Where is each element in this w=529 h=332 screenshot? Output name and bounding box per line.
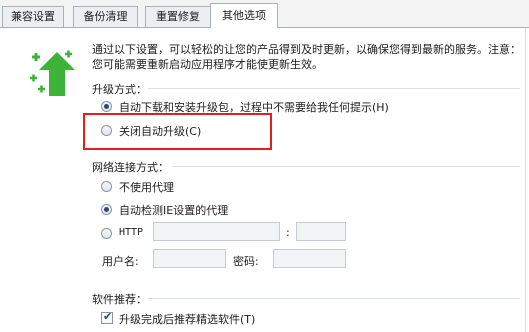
recommend-software-checkbox[interactable]: ✔ xyxy=(101,310,113,324)
http-proxy-label[interactable]: HTTP xyxy=(119,227,143,238)
options-panel xyxy=(0,28,529,332)
plus-sparkle-icon xyxy=(32,53,40,61)
tab-label: 备份清理 xyxy=(83,10,128,23)
panel-border xyxy=(525,28,526,332)
tab-other-options[interactable]: 其他选项 xyxy=(210,3,278,28)
username-input[interactable] xyxy=(153,249,226,268)
plus-sparkle-icon xyxy=(30,74,37,82)
tab-label: 兼容设置 xyxy=(11,10,55,23)
upgrade-arrow-icon xyxy=(29,49,77,99)
tab-label: 重置修复 xyxy=(156,10,200,23)
auto-upgrade-radio[interactable] xyxy=(101,101,112,112)
highlight-box xyxy=(83,113,272,150)
section-divider xyxy=(148,88,520,89)
section-divider xyxy=(148,298,520,299)
check-icon: ✔ xyxy=(103,310,113,323)
password-label: 密码: xyxy=(233,255,259,268)
network-section-title: 网络连接方式： xyxy=(92,161,169,174)
ie-proxy-radio[interactable] xyxy=(101,204,112,215)
tab-compatibility[interactable]: 兼容设置 xyxy=(2,6,64,27)
section-divider xyxy=(172,166,520,167)
upgrade-section-title: 升级方式： xyxy=(92,83,147,96)
no-proxy-radio[interactable] xyxy=(101,181,112,192)
password-input[interactable] xyxy=(273,249,346,268)
tab-reset-repair[interactable]: 重置修复 xyxy=(145,6,211,27)
software-section-title: 软件推荐： xyxy=(92,293,147,306)
plus-sparkle-icon xyxy=(65,50,72,58)
http-proxy-radio[interactable] xyxy=(101,228,112,239)
no-proxy-label[interactable]: 不使用代理 xyxy=(119,179,174,195)
proxy-port-input[interactable] xyxy=(296,222,346,241)
port-separator: : xyxy=(286,226,290,239)
description-text: 通过以下设置，可以轻松的让您的产品得到及时更新，以确保您得到最新的服务。注意： … xyxy=(92,42,529,72)
tab-backup-cleanup[interactable]: 备份清理 xyxy=(73,6,138,27)
plus-sparkle-icon xyxy=(38,85,45,93)
tab-label: 其他选项 xyxy=(222,9,266,22)
description-line: 您可能需要重新启动应用程序才能使更新生效。 xyxy=(92,58,323,71)
username-label: 用户名: xyxy=(102,255,139,268)
ie-proxy-label[interactable]: 自动检测IE设置的代理 xyxy=(119,202,228,218)
recommend-software-label[interactable]: 升级完成后推荐精选软件(T) xyxy=(119,311,255,327)
proxy-host-input[interactable] xyxy=(153,222,280,241)
description-line: 通过以下设置，可以轻松的让您的产品得到及时更新，以确保您得到最新的服务。注意： xyxy=(92,43,521,56)
